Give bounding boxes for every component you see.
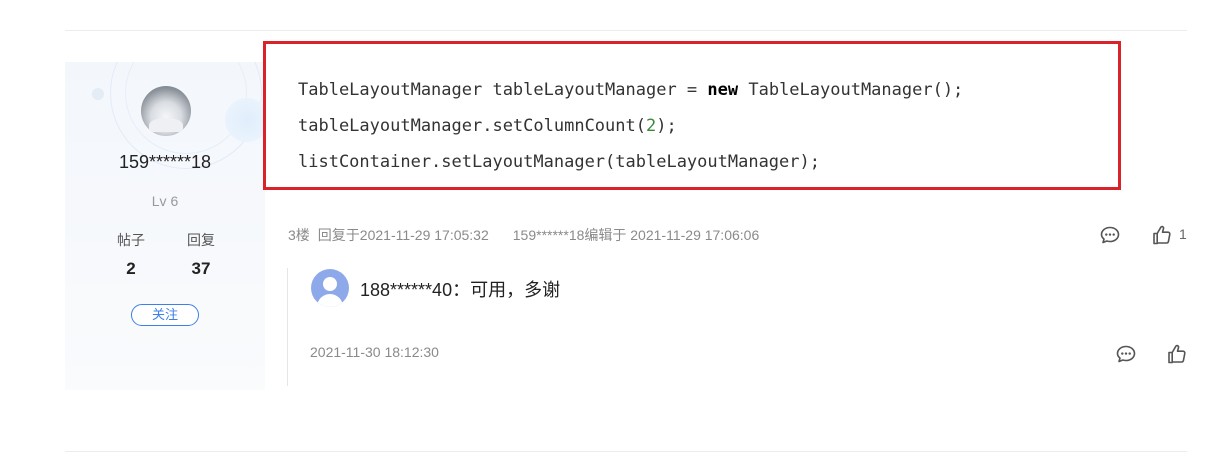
code-line-3: listContainer.setLayoutManager(tableLayo…: [298, 152, 820, 172]
replies-label: 回复: [187, 232, 215, 248]
user-name[interactable]: 159******18: [65, 152, 265, 173]
thumbs-up-icon[interactable]: [1166, 343, 1188, 365]
comment-icon[interactable]: [1115, 343, 1137, 365]
post-meta: 3楼 回复于2021-11-29 17:05:32 159******18编辑于 2…: [288, 225, 759, 245]
user-avatar[interactable]: [141, 86, 191, 136]
comment-content: 188******40：可用，多谢: [360, 280, 561, 300]
user-level: Lv 6: [151, 193, 179, 209]
edit-info: 159******18编辑于 2021-11-29 17:06:06: [512, 227, 760, 243]
posts-count: 2: [126, 259, 136, 278]
code-block: TableLayoutManager tableLayoutManager = …: [263, 41, 1121, 190]
decoration-dot: [92, 88, 104, 100]
code-line-1: TableLayoutManager tableLayoutManager = …: [298, 80, 964, 100]
decoration-bubble: [225, 98, 265, 142]
thumbs-up-icon[interactable]: [1151, 224, 1173, 246]
top-divider: [65, 30, 1187, 31]
follow-button[interactable]: 关注: [131, 304, 199, 326]
replies-count: 37: [191, 259, 211, 278]
posts-label: 帖子: [117, 232, 145, 248]
comment-icon[interactable]: [1099, 224, 1121, 246]
user-card: 159******18 Lv 6 帖子 回复 2 37 关注: [65, 62, 265, 390]
reply-time: 回复于2021-11-29 17:05:32: [317, 227, 489, 243]
bottom-divider: [65, 451, 1187, 452]
commenter-avatar[interactable]: [311, 269, 349, 307]
code-line-2: tableLayoutManager.setColumnCount(2);: [298, 116, 677, 136]
comment-text: 可用，多谢: [470, 280, 561, 300]
comment-divider: [287, 268, 288, 386]
floor-number: 3楼: [288, 227, 310, 243]
comment-author[interactable]: 188******40: [360, 280, 452, 300]
like-count: 1: [1179, 226, 1187, 242]
comment-time: 2021-11-30 18:12:30: [310, 344, 439, 360]
